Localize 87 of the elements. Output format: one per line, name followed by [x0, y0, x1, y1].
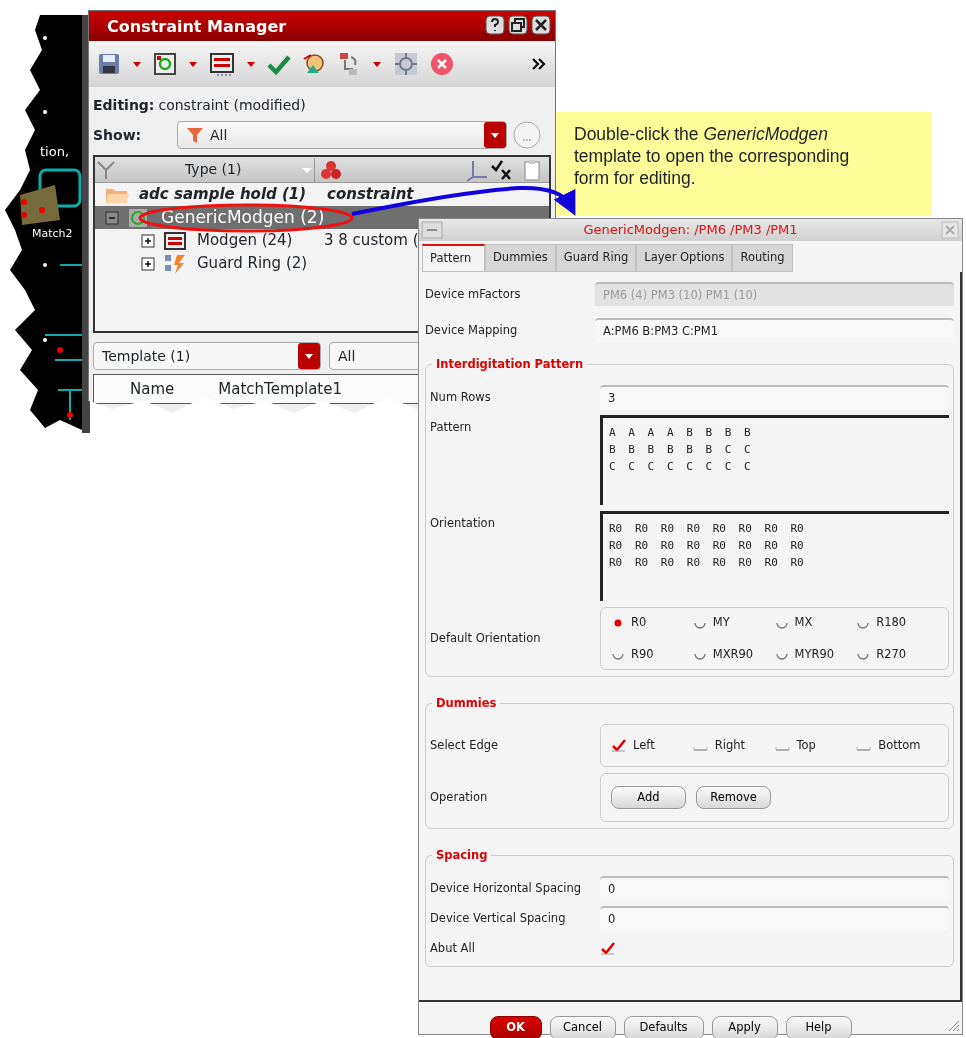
editing-value: constraint (modified)	[158, 95, 306, 115]
radio-button[interactable]	[611, 615, 625, 630]
caret-icon[interactable]	[245, 59, 257, 69]
option-label[interactable]: Right	[714, 736, 746, 754]
caret-icon[interactable]	[131, 59, 143, 69]
dialog-button[interactable]: Cancel	[549, 1016, 616, 1038]
close-icon[interactable]	[531, 15, 551, 35]
option-label[interactable]: MY	[712, 614, 730, 632]
action-button[interactable]: Remove	[696, 786, 771, 810]
restore-icon[interactable]	[508, 15, 528, 35]
dialog-button[interactable]: Apply	[711, 1016, 778, 1038]
tab[interactable]: Guard Ring	[555, 244, 637, 273]
field-label: Pattern	[430, 419, 473, 437]
section-title: Spacing	[432, 847, 492, 865]
target-icon[interactable]	[393, 51, 419, 77]
grid-icon	[163, 229, 187, 252]
field-label: Select Edge	[430, 736, 500, 754]
tab[interactable]: Routing	[732, 244, 793, 273]
menu-icon[interactable]	[421, 221, 443, 239]
field-label: Abut All	[430, 939, 476, 957]
option-label[interactable]: Top	[796, 736, 816, 754]
field-label: Orientation	[430, 515, 496, 533]
option-label[interactable]: MX	[794, 614, 813, 632]
filter-icon	[186, 126, 204, 144]
input-field: PM6 (4) PM3 (10) PM1 (10)	[595, 282, 954, 307]
more-icon[interactable]	[531, 57, 547, 71]
option-label[interactable]: R270	[876, 645, 907, 663]
caret-icon[interactable]	[371, 59, 383, 69]
text-area[interactable]: R0 R0 R0 R0 R0 R0 R0 R0 R0 R0 R0 R0 R0 R0 R0 R0 R0 R0 R0 R0 R0 R0 R0 R0	[600, 511, 949, 602]
input-field[interactable]: A:PM6 B:PM3 C:PM1	[595, 318, 954, 343]
action-button[interactable]: Add	[611, 786, 686, 810]
field-label: Device Mapping	[425, 321, 519, 339]
stop-icon[interactable]	[429, 51, 455, 77]
window-title: Constraint Manager	[107, 17, 287, 36]
spheres-icon[interactable]	[319, 158, 343, 181]
caret-icon	[489, 130, 501, 140]
check-icon[interactable]	[267, 53, 291, 75]
filter-icon[interactable]	[95, 159, 117, 180]
column-header[interactable]: Name	[130, 377, 175, 401]
checkbox[interactable]	[611, 738, 627, 753]
show-dropdown[interactable]: All	[177, 121, 507, 149]
save-icon[interactable]	[97, 52, 121, 76]
dialog-button[interactable]: OK	[489, 1016, 542, 1038]
layout-label: Match2	[32, 228, 73, 239]
clipboard-icon[interactable]	[521, 158, 543, 181]
dialog-button[interactable]: Defaults	[623, 1016, 704, 1038]
text-area[interactable]: A A A A B B B B B B B B B B C C C C C C C C C C	[600, 415, 949, 506]
resize-grip-icon[interactable]	[946, 1018, 960, 1032]
input-field[interactable]: 0	[600, 906, 949, 931]
input-field[interactable]: 0	[600, 876, 949, 901]
template-dropdown[interactable]: Template (1)	[93, 342, 321, 370]
option-label[interactable]: R180	[876, 614, 907, 632]
tab[interactable]: Layer Options	[636, 244, 733, 273]
option-label[interactable]: R0	[631, 614, 647, 632]
field-label: Num Rows	[430, 388, 492, 406]
guard-ring-icon	[163, 252, 187, 275]
tree-row[interactable]: adc sample hold (1) constraint	[95, 183, 549, 206]
grid-icon[interactable]	[209, 51, 235, 77]
tab[interactable]: Pattern	[422, 244, 485, 273]
show-label: Show:	[93, 125, 143, 145]
help-icon[interactable]	[485, 15, 505, 35]
option-label[interactable]: Bottom	[878, 736, 921, 754]
expand-icon[interactable]	[141, 233, 155, 248]
option-label[interactable]: R90	[631, 645, 654, 663]
callout-note: Double-click the GenericModgen template to open the corresponding form for editing.	[556, 112, 932, 216]
input-field[interactable]: 3	[600, 385, 949, 410]
collapse-icon[interactable]	[105, 210, 119, 225]
field-label: Device Vertical Spacing	[430, 909, 567, 927]
caret-icon	[303, 351, 315, 361]
column-header[interactable]: MatchTemplate1	[218, 377, 343, 401]
field-label: Default Orientation	[430, 629, 542, 647]
dialog-title: GenericModgen: /PM6 /PM3 /PM1	[583, 222, 798, 237]
option-label[interactable]: MXR90	[712, 645, 754, 663]
template-icon[interactable]	[153, 52, 177, 76]
field-label: Device mFactors	[425, 285, 522, 303]
section-title: Interdigitation Pattern	[432, 356, 588, 374]
field-label: Operation	[430, 789, 489, 806]
caret-icon[interactable]	[187, 59, 199, 69]
expand-icon[interactable]	[141, 256, 155, 271]
tab[interactable]: Dummies	[485, 244, 556, 273]
option-label[interactable]: Left	[633, 736, 655, 754]
dialog-button[interactable]: Help	[785, 1016, 852, 1038]
field-label: Device Horizontal Spacing	[430, 879, 583, 897]
option-label[interactable]: MYR90	[794, 645, 835, 663]
checkbox[interactable]	[600, 941, 616, 956]
layout-label: tion,	[40, 145, 70, 158]
editing-label: Editing:	[93, 95, 155, 115]
